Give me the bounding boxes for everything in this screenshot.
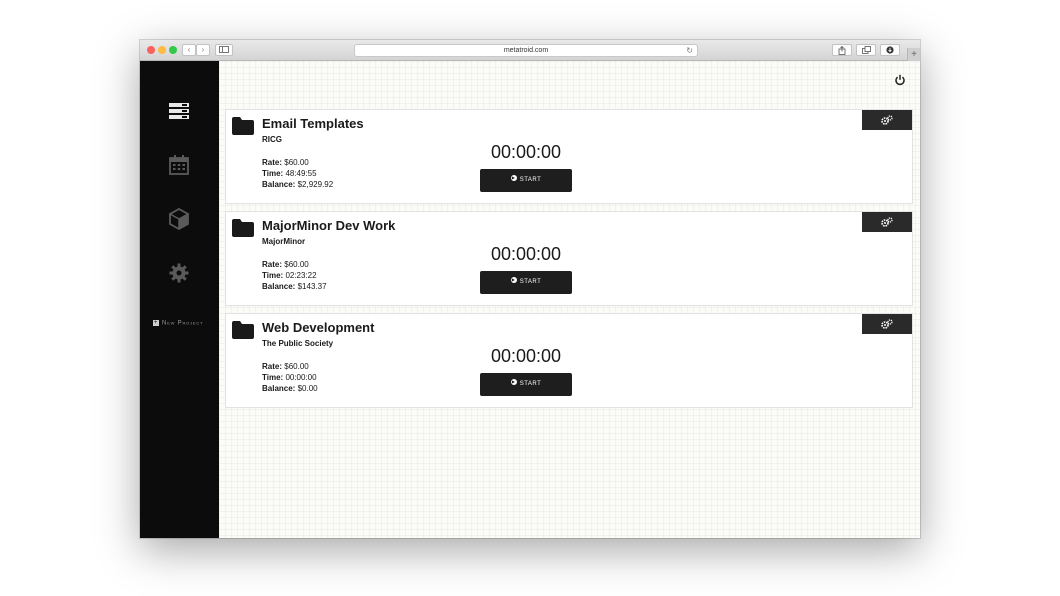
gear-icon[interactable] xyxy=(167,261,191,285)
cogs-icon xyxy=(881,115,893,125)
top-bar xyxy=(219,61,920,97)
back-button[interactable]: ‹ xyxy=(182,44,196,56)
play-icon: ▶ xyxy=(510,379,517,386)
browser-window: ‹ › metatroid.com ↻ + + New Project Emai… xyxy=(140,40,920,538)
rate-row: Rate: $60.00 xyxy=(262,259,327,270)
rate-value: $60.00 xyxy=(284,260,309,269)
time-label: Time: xyxy=(262,373,284,382)
close-window-button[interactable] xyxy=(147,46,155,54)
play-icon: ▶ xyxy=(510,277,517,284)
project-card: MajorMinor Dev Work MajorMinor Rate: $60… xyxy=(225,211,913,306)
timer-display: 00:00:00 xyxy=(490,142,562,162)
calendar-icon[interactable] xyxy=(167,153,191,177)
timer-display: 00:00:00 xyxy=(490,346,562,366)
project-settings-button[interactable] xyxy=(862,314,912,334)
project-title[interactable]: Web Development xyxy=(262,320,374,335)
balance-value: $143.37 xyxy=(297,282,327,291)
folder-icon xyxy=(232,219,254,237)
project-title[interactable]: MajorMinor Dev Work xyxy=(262,218,395,233)
project-settings-button[interactable] xyxy=(862,110,912,130)
project-client: The Public Society xyxy=(262,339,334,348)
reload-icon[interactable]: ↻ xyxy=(686,45,693,56)
balance-row: Balance: $0.00 xyxy=(262,383,318,394)
sidebar-toggle-icon xyxy=(219,46,229,53)
time-row: Time: 02:23:22 xyxy=(262,270,327,281)
url-text: metatroid.com xyxy=(503,47,549,54)
time-value: 02:23:22 xyxy=(285,271,317,280)
app-sidebar: + New Project xyxy=(140,61,219,538)
project-stats: Rate: $60.00 Time: 48:49:55 Balance: $2,… xyxy=(262,157,333,190)
tabs-overview-icon xyxy=(861,46,871,54)
project-client: RICG xyxy=(262,135,282,144)
minimize-window-button[interactable] xyxy=(158,46,166,54)
projects-list-icon[interactable] xyxy=(167,99,191,123)
start-label: START xyxy=(519,177,542,183)
play-icon: ▶ xyxy=(510,175,517,182)
rate-value: $60.00 xyxy=(284,158,309,167)
project-settings-button[interactable] xyxy=(862,212,912,232)
balance-label: Balance: xyxy=(262,384,296,393)
cogs-icon xyxy=(881,217,893,227)
sidebar-toggle-button[interactable] xyxy=(215,44,233,56)
box-icon[interactable] xyxy=(167,207,191,231)
rate-label: Rate: xyxy=(262,158,283,167)
browser-titlebar: ‹ › metatroid.com ↻ + xyxy=(140,40,920,61)
cogs-icon xyxy=(881,319,893,329)
main-content: Email Templates RICG Rate: $60.00 Time: … xyxy=(219,61,920,538)
downloads-button[interactable] xyxy=(880,44,900,56)
time-label: Time: xyxy=(262,169,284,178)
rate-row: Rate: $60.00 xyxy=(262,361,318,372)
rate-label: Rate: xyxy=(262,260,283,269)
download-icon xyxy=(886,46,894,54)
start-label: START xyxy=(519,381,542,387)
forward-button[interactable]: › xyxy=(196,44,210,56)
zoom-window-button[interactable] xyxy=(169,46,177,54)
plus-icon: + xyxy=(153,320,159,326)
time-row: Time: 48:49:55 xyxy=(262,168,333,179)
time-value: 00:00:00 xyxy=(285,373,317,382)
address-bar[interactable]: metatroid.com ↻ xyxy=(354,44,698,57)
start-label: START xyxy=(519,279,542,285)
rate-row: Rate: $60.00 xyxy=(262,157,333,168)
balance-label: Balance: xyxy=(262,282,296,291)
project-card: Email Templates RICG Rate: $60.00 Time: … xyxy=(225,109,913,204)
balance-value: $0.00 xyxy=(297,384,318,393)
project-stats: Rate: $60.00 Time: 02:23:22 Balance: $14… xyxy=(262,259,327,292)
time-value: 48:49:55 xyxy=(285,169,317,178)
time-label: Time: xyxy=(262,271,284,280)
start-button[interactable]: ▶ START xyxy=(480,271,572,294)
balance-row: Balance: $2,929.92 xyxy=(262,179,333,190)
folder-icon xyxy=(232,117,254,135)
new-project-label: New Project xyxy=(162,320,204,327)
balance-label: Balance: xyxy=(262,180,296,189)
project-stats: Rate: $60.00 Time: 00:00:00 Balance: $0.… xyxy=(262,361,318,394)
start-button[interactable]: ▶ START xyxy=(480,169,572,192)
new-tab-button[interactable]: + xyxy=(907,48,920,61)
rate-value: $60.00 xyxy=(284,362,309,371)
rate-label: Rate: xyxy=(262,362,283,371)
project-card: Web Development The Public Society Rate:… xyxy=(225,313,913,408)
balance-row: Balance: $143.37 xyxy=(262,281,327,292)
new-project-button[interactable]: + New Project xyxy=(153,320,203,327)
balance-value: $2,929.92 xyxy=(297,180,334,189)
project-client: MajorMinor xyxy=(262,237,306,246)
timer-display: 00:00:00 xyxy=(490,244,562,264)
start-button[interactable]: ▶ START xyxy=(480,373,572,396)
folder-icon xyxy=(232,321,254,339)
tabs-button[interactable] xyxy=(856,44,876,56)
power-icon[interactable] xyxy=(894,73,906,86)
share-button[interactable] xyxy=(832,44,852,56)
project-title[interactable]: Email Templates xyxy=(262,116,364,131)
share-icon xyxy=(838,45,846,55)
time-row: Time: 00:00:00 xyxy=(262,372,318,383)
